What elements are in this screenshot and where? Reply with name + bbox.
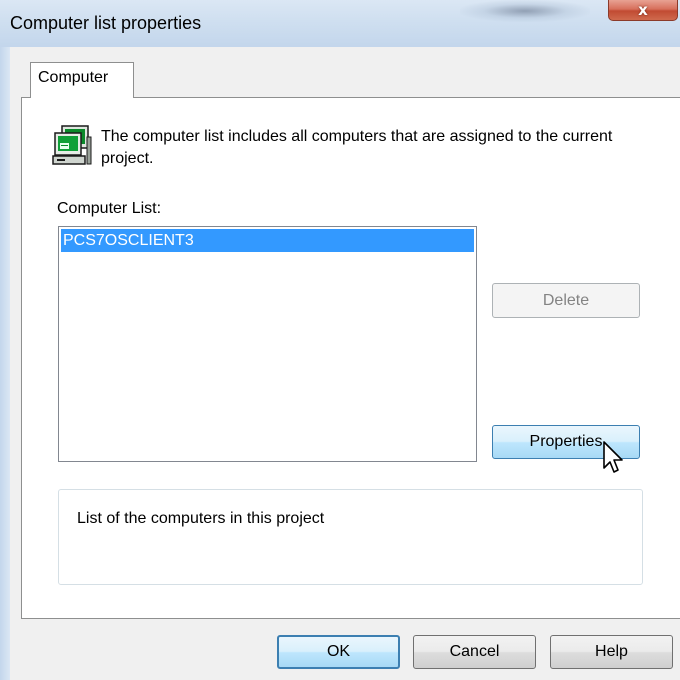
cancel-button[interactable]: Cancel	[413, 635, 536, 669]
close-button[interactable]: x	[608, 0, 678, 21]
list-item[interactable]: PCS7OSCLIENT3	[61, 229, 474, 252]
ok-button[interactable]: OK	[277, 635, 400, 669]
computer-icon	[52, 125, 92, 165]
title-bar-glow	[460, 0, 590, 22]
computer-listbox[interactable]: PCS7OSCLIENT3	[58, 226, 477, 462]
tab-computer[interactable]: Computer	[30, 62, 134, 98]
delete-button[interactable]: Delete	[492, 283, 640, 318]
title-bar: Computer list properties x	[0, 0, 680, 47]
help-button[interactable]: Help	[550, 635, 673, 669]
info-text: List of the computers in this project	[77, 510, 325, 527]
description-text: The computer list includes all computers…	[101, 128, 613, 167]
tab-computer-label: Computer	[38, 69, 109, 86]
window-frame-left	[0, 47, 10, 680]
close-icon: x	[638, 1, 648, 19]
computer-list-label: Computer List:	[57, 200, 162, 217]
info-box	[58, 489, 643, 585]
mouse-cursor-icon	[603, 441, 623, 473]
window-title: Computer list properties	[10, 13, 202, 33]
